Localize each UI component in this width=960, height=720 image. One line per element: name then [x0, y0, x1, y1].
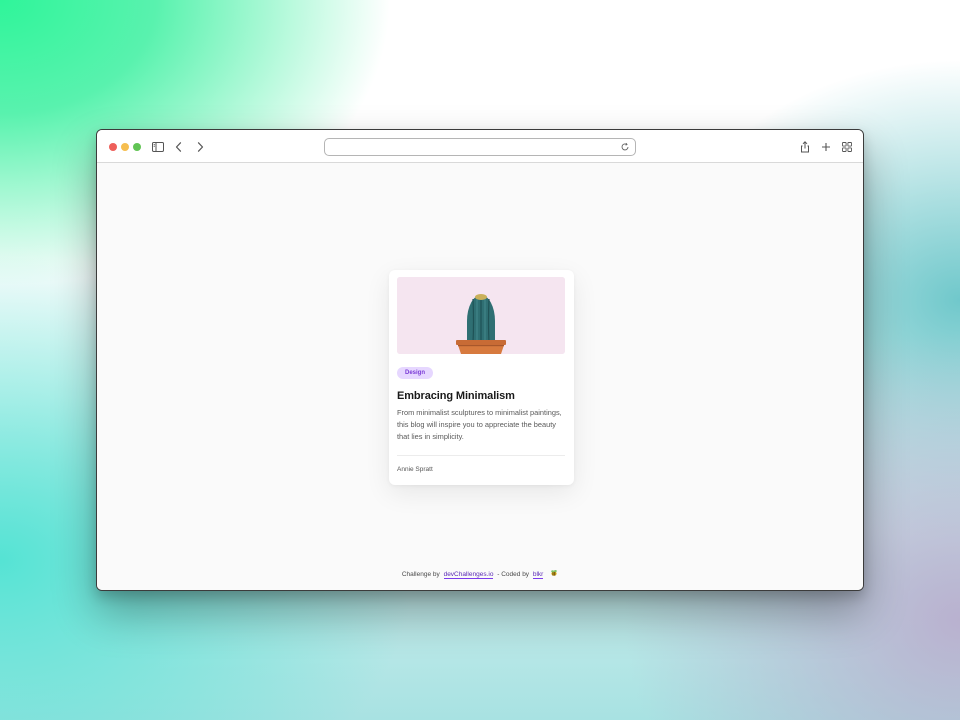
- category-tag[interactable]: Design: [397, 367, 434, 379]
- minimize-window-button[interactable]: [121, 143, 129, 151]
- card-title[interactable]: Embracing Minimalism: [397, 390, 567, 402]
- challenge-link[interactable]: devChallenges.io: [443, 571, 494, 579]
- tab-overview-icon[interactable]: [840, 140, 854, 154]
- share-icon[interactable]: [798, 140, 812, 154]
- card-author: Annie Spratt: [397, 466, 433, 473]
- reload-icon[interactable]: [619, 141, 631, 153]
- card-description: From minimalist sculptures to minimalist…: [397, 408, 562, 441]
- browser-window: Design Embracing Minimalism From minimal…: [96, 129, 864, 591]
- card-divider: [397, 455, 565, 456]
- coder-link[interactable]: blkr: [532, 571, 544, 579]
- forward-icon[interactable]: [193, 140, 207, 154]
- footer-middle: - Coded by: [497, 571, 530, 578]
- blog-card[interactable]: Design Embracing Minimalism From minimal…: [389, 270, 574, 485]
- sidebar-icon[interactable]: [151, 140, 165, 154]
- footer-prefix: Challenge by: [401, 571, 440, 578]
- address-bar[interactable]: [324, 138, 636, 156]
- back-icon[interactable]: [172, 140, 186, 154]
- page-viewport: Design Embracing Minimalism From minimal…: [97, 163, 863, 590]
- zoom-window-button[interactable]: [133, 143, 141, 151]
- page-footer: Challenge by devChallenges.io - Coded by…: [97, 569, 863, 579]
- browser-toolbar: [97, 130, 863, 163]
- cactus-image: [397, 277, 565, 354]
- close-window-button[interactable]: [109, 143, 117, 151]
- bee-icon: [550, 569, 558, 577]
- new-tab-icon[interactable]: [819, 140, 833, 154]
